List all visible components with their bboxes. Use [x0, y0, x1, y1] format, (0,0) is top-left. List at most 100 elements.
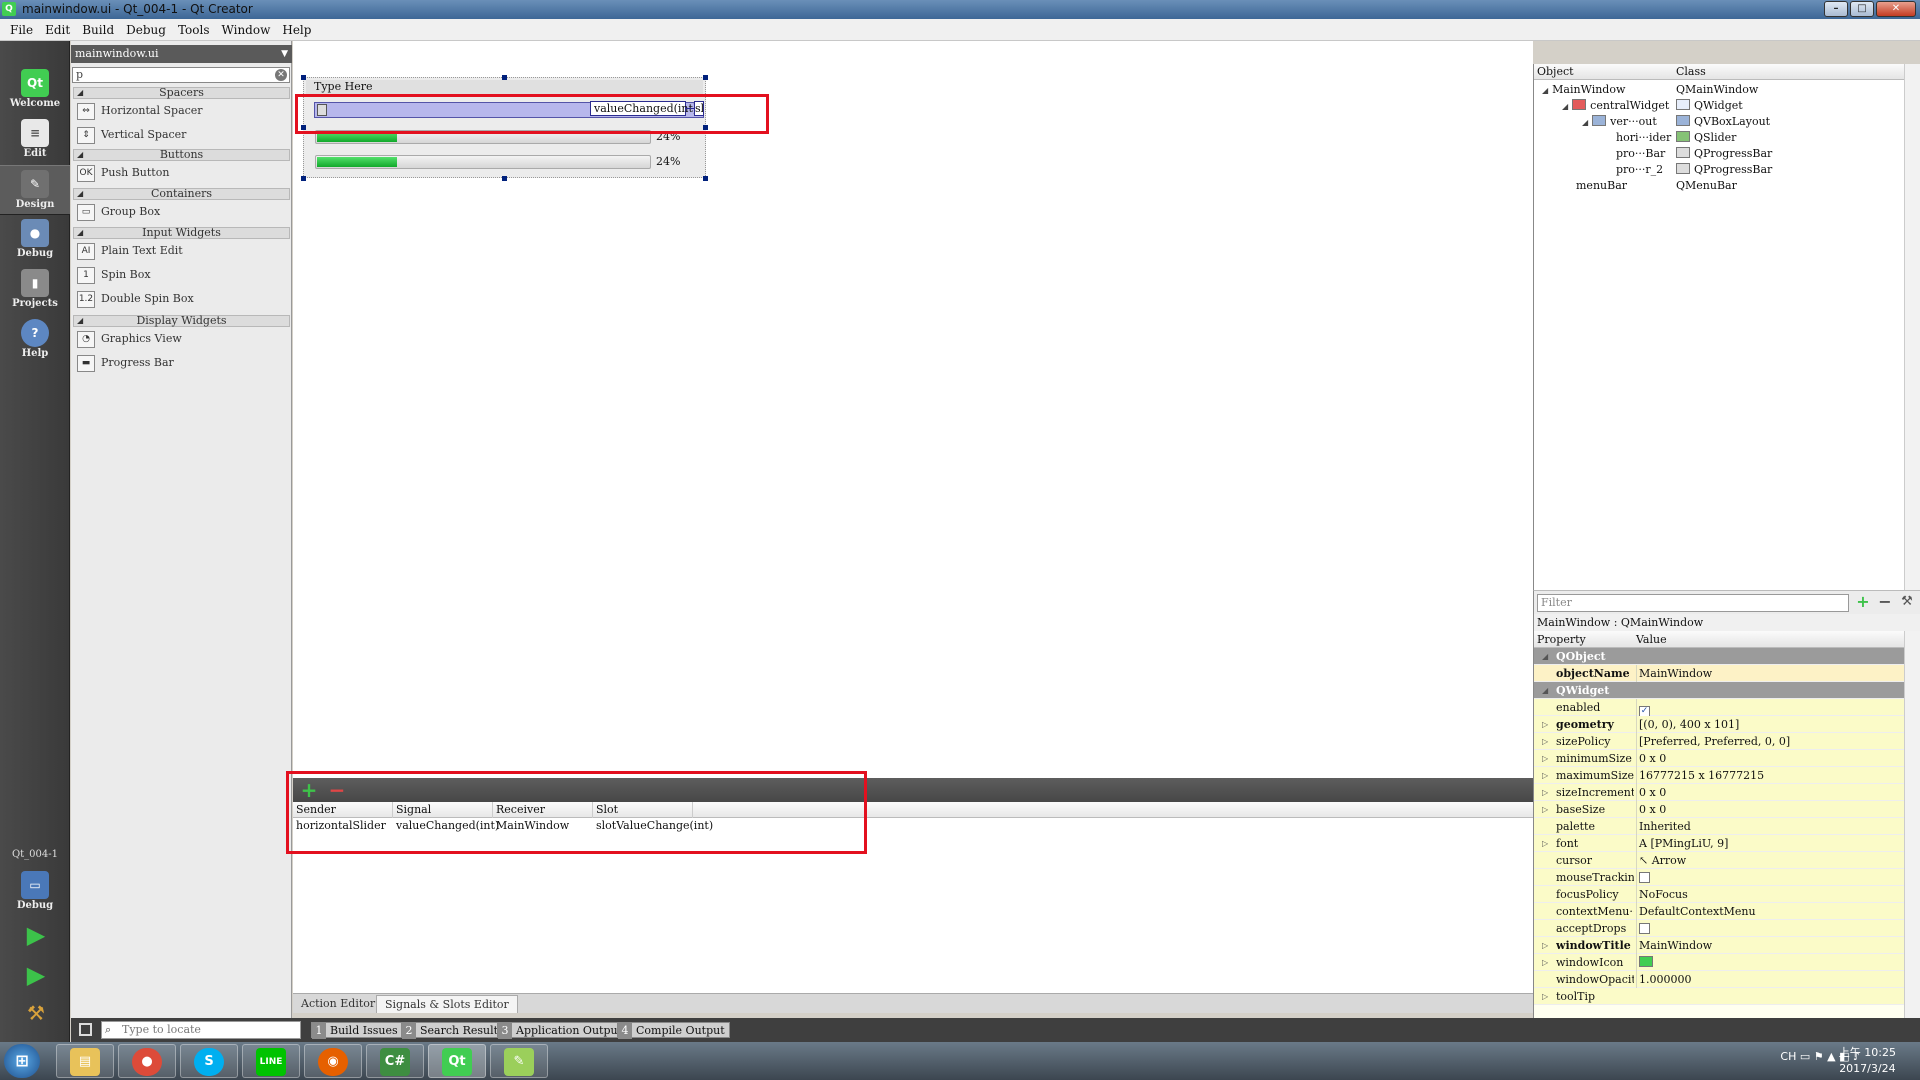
minimize-button[interactable]: –	[1824, 1, 1848, 17]
column-class[interactable]: Class	[1676, 64, 1706, 80]
widget-horizontal-spacer[interactable]: ⇔ Horizontal Spacer	[75, 101, 287, 123]
expand-triangle-icon[interactable]: ▷	[1542, 750, 1548, 767]
acceptdrops-checkbox[interactable]	[1639, 923, 1650, 934]
selection-handle[interactable]	[703, 75, 708, 80]
property-filter-input[interactable]: Filter	[1537, 594, 1849, 612]
group-qobject[interactable]: ◢ QObject	[1534, 648, 1904, 665]
tree-item-centralwidget[interactable]: ◢ centralWidget	[1562, 98, 1669, 114]
property-value[interactable]: MainWindow	[1636, 665, 1902, 682]
property-value[interactable]: NoFocus	[1636, 886, 1902, 903]
property-row-windowicon[interactable]: ▷ windowIcon	[1534, 954, 1904, 971]
property-row-cursor[interactable]: cursor ↖ Arrow	[1534, 852, 1904, 869]
property-value[interactable]: DefaultContextMenu	[1636, 903, 1902, 920]
expand-triangle-icon[interactable]: ▷	[1542, 835, 1548, 852]
maximize-button[interactable]: □	[1850, 1, 1874, 17]
property-value[interactable]: Inherited	[1636, 818, 1902, 835]
property-value[interactable]: 0 x 0	[1636, 784, 1902, 801]
menu-help[interactable]: Help	[276, 23, 317, 37]
taskbar-firefox[interactable]: ◉	[304, 1044, 362, 1078]
column-value[interactable]: Value	[1636, 631, 1667, 648]
menu-build[interactable]: Build	[76, 23, 120, 37]
output-tab-build-issues[interactable]: 1 Build Issues	[311, 1022, 403, 1039]
tab-signals-slots-editor[interactable]: Signals & Slots Editor	[376, 995, 518, 1013]
mode-welcome[interactable]: Qt Welcome	[0, 65, 70, 115]
open-documents-combo[interactable]: mainwindow.ui ▼	[71, 45, 292, 63]
output-tab-application-output[interactable]: 3 Application Output	[497, 1022, 627, 1039]
widget-progress-bar[interactable]: ▬ Progress Bar	[75, 353, 287, 375]
progress-bar-2[interactable]	[315, 155, 651, 169]
start-button-icon[interactable]: ⊞	[4, 1044, 40, 1078]
widget-double-spin-box[interactable]: 1.2 Double Spin Box	[75, 289, 287, 311]
property-value[interactable]	[1636, 954, 1902, 971]
mode-projects[interactable]: ▮ Projects	[0, 265, 70, 315]
mousetracking-checkbox[interactable]	[1639, 872, 1650, 883]
property-row-windowtitle[interactable]: ▷ windowTitle MainWindow	[1534, 937, 1904, 954]
group-qwidget[interactable]: ◢ QWidget	[1534, 682, 1904, 699]
locator-input[interactable]: ⌕ Type to locate	[101, 1021, 301, 1039]
property-value[interactable]: 16777215 x 16777215	[1636, 767, 1902, 784]
toggle-sidebar-icon[interactable]	[79, 1023, 92, 1036]
configure-icon[interactable]: ⚒	[1898, 593, 1916, 611]
run-icon[interactable]: ▶	[22, 921, 50, 949]
property-row-acceptdrops[interactable]: acceptDrops	[1534, 920, 1904, 937]
property-row-sizepolicy[interactable]: ▷ sizePolicy [Preferred, Preferred, 0, 0]	[1534, 733, 1904, 750]
category-spacers[interactable]: ◢ Spacers	[73, 87, 290, 99]
expand-triangle-icon[interactable]: ▷	[1542, 767, 1548, 784]
widget-spin-box[interactable]: 1 Spin Box	[75, 265, 287, 287]
selection-handle[interactable]	[301, 176, 306, 181]
menu-tools[interactable]: Tools	[172, 23, 216, 37]
expand-triangle-icon[interactable]: ▷	[1542, 937, 1548, 954]
add-property-icon[interactable]: +	[1854, 593, 1872, 611]
object-inspector-scrollbar[interactable]	[1904, 64, 1920, 590]
taskbar-skype[interactable]: S	[180, 1044, 238, 1078]
tree-item-progressbar[interactable]: pro···Bar	[1616, 146, 1665, 162]
expand-triangle-icon[interactable]: ▷	[1542, 801, 1548, 818]
property-row-maximumsize[interactable]: ▷ maximumSize 16777215 x 16777215	[1534, 767, 1904, 784]
property-row-font[interactable]: ▷ font A [PMingLiU, 9]	[1534, 835, 1904, 852]
property-editor-scrollbar[interactable]	[1904, 631, 1920, 1018]
column-object[interactable]: Object	[1537, 64, 1574, 80]
property-row-sizeincrement[interactable]: ▷ sizeIncrement 0 x 0	[1534, 784, 1904, 801]
build-hammer-icon[interactable]: ⚒	[22, 999, 50, 1027]
close-button[interactable]: ✕	[1876, 1, 1916, 17]
output-tab-compile-output[interactable]: 4 Compile Output	[617, 1022, 730, 1039]
property-row-windowopacity[interactable]: windowOpacity 1.000000	[1534, 971, 1904, 988]
widget-push-button[interactable]: OK Push Button	[75, 163, 287, 185]
property-value[interactable]: [(0, 0), 400 x 101]	[1636, 716, 1902, 733]
taskbar-explorer[interactable]: ▤	[56, 1044, 114, 1078]
column-property[interactable]: Property	[1537, 631, 1586, 648]
taskbar-qt-creator[interactable]: Qt	[428, 1044, 486, 1078]
taskbar-chrome[interactable]: ●	[118, 1044, 176, 1078]
mode-design[interactable]: ✎ Design	[0, 165, 70, 215]
expand-triangle-icon[interactable]: ▷	[1542, 733, 1548, 750]
menu-file[interactable]: File	[4, 23, 39, 37]
property-row-minimumsize[interactable]: ▷ minimumSize 0 x 0	[1534, 750, 1904, 767]
menu-edit[interactable]: Edit	[39, 23, 76, 37]
property-value[interactable]: A [PMingLiU, 9]	[1636, 835, 1902, 852]
property-value[interactable]: 0 x 0	[1636, 801, 1902, 818]
clear-filter-icon[interactable]: ✕	[275, 69, 287, 81]
debug-run-icon[interactable]: ▶	[22, 961, 50, 989]
taskbar-line[interactable]: LINE	[242, 1044, 300, 1078]
menu-window[interactable]: Window	[215, 23, 276, 37]
kit-selector[interactable]: ▭ Debug	[0, 867, 70, 917]
expand-triangle-icon[interactable]: ▷	[1542, 988, 1548, 1005]
remove-property-icon[interactable]: −	[1876, 593, 1894, 611]
widget-plain-text-edit[interactable]: AI Plain Text Edit	[75, 241, 287, 263]
widget-filter-input[interactable]: p ✕	[72, 67, 290, 83]
property-value[interactable]: 1.000000	[1636, 971, 1902, 988]
mode-debug[interactable]: ● Debug	[0, 215, 70, 265]
property-value[interactable]: [Preferred, Preferred, 0, 0]	[1636, 733, 1902, 750]
input-language[interactable]: CH	[1780, 1050, 1796, 1063]
widget-vertical-spacer[interactable]: ⇕ Vertical Spacer	[75, 125, 287, 147]
tree-item-menubar[interactable]: menuBar	[1576, 178, 1627, 194]
tab-action-editor[interactable]: Action Editor	[293, 995, 383, 1013]
selection-handle[interactable]	[703, 176, 708, 181]
property-row-geometry[interactable]: ▷ geometry [(0, 0), 400 x 101]	[1534, 716, 1904, 733]
clock[interactable]: 上午 10:25 2017/3/24	[1839, 1045, 1896, 1077]
property-row-focuspolicy[interactable]: focusPolicy NoFocus	[1534, 886, 1904, 903]
property-row-objectname[interactable]: objectName MainWindow	[1534, 665, 1904, 682]
category-display-widgets[interactable]: ◢ Display Widgets	[73, 315, 290, 327]
property-row-palette[interactable]: palette Inherited	[1534, 818, 1904, 835]
output-tab-search-results[interactable]: 2 Search Results	[401, 1022, 509, 1039]
